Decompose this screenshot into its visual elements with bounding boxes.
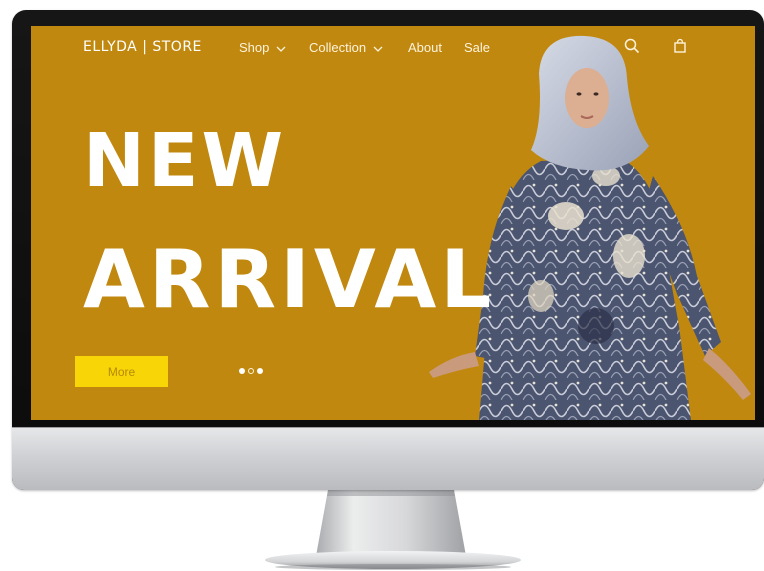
- monitor-chin: [12, 427, 764, 490]
- shopping-bag-icon[interactable]: [671, 37, 689, 55]
- website-hero-screen: ELLYDA | STORE Shop Collection About Sal…: [31, 26, 755, 420]
- monitor-stand-neck: [316, 490, 466, 556]
- chevron-down-icon: [373, 46, 383, 52]
- carousel-dot[interactable]: [248, 368, 254, 374]
- nav-item-label: Shop: [239, 40, 270, 55]
- nav-item-collection[interactable]: Collection: [309, 40, 383, 55]
- nav-item-label: Collection: [309, 40, 367, 55]
- more-button[interactable]: More: [75, 356, 168, 387]
- nav-item-about[interactable]: About: [408, 40, 442, 55]
- carousel-dot[interactable]: [239, 368, 245, 374]
- nav-item-label: Sale: [464, 40, 491, 55]
- monitor-stand-base: [265, 551, 521, 570]
- monitor-frame: ELLYDA | STORE Shop Collection About Sal…: [12, 10, 764, 490]
- model-photo: [429, 35, 751, 420]
- nav-item-label: About: [408, 40, 442, 55]
- nav-item-shop[interactable]: Shop: [239, 40, 286, 55]
- nav-item-sale[interactable]: Sale: [464, 40, 490, 55]
- hero-headline-line-1: NEW: [83, 118, 287, 204]
- carousel-dot-active[interactable]: [257, 368, 263, 374]
- top-navigation: ELLYDA | STORE Shop Collection About Sal…: [31, 26, 755, 68]
- chevron-down-icon: [276, 46, 286, 52]
- carousel-indicators: [239, 368, 263, 374]
- monitor-mockup-scene: ELLYDA | STORE Shop Collection About Sal…: [0, 0, 764, 571]
- brand-logo[interactable]: ELLYDA | STORE: [83, 39, 202, 55]
- hero-headline-line-2: ARRIVAL: [83, 233, 496, 326]
- search-icon[interactable]: [623, 37, 641, 55]
